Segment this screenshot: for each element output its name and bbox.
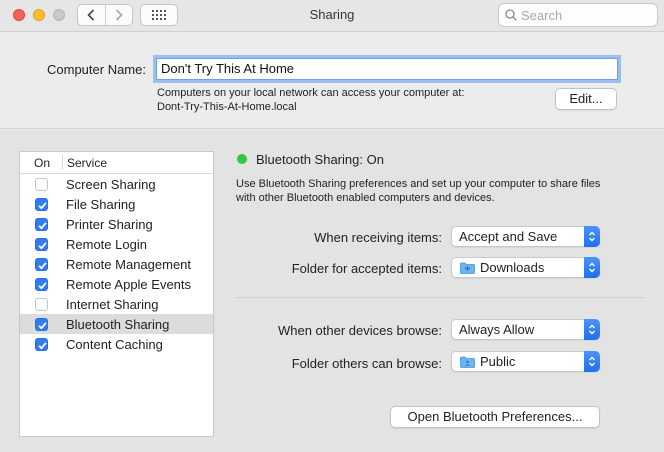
checkmark-icon — [38, 202, 47, 210]
title-bar — [0, 0, 664, 32]
service-name: Remote Apple Events — [66, 277, 192, 292]
browse-label: When other devices browse: — [277, 323, 442, 338]
service-name: File Sharing — [66, 197, 136, 212]
service-checkbox[interactable] — [35, 198, 48, 211]
service-row[interactable]: Screen Sharing — [20, 174, 213, 194]
grid-icon — [152, 10, 166, 20]
service-checkbox[interactable] — [35, 178, 48, 191]
service-name: Printer Sharing — [66, 217, 153, 232]
chevron-right-icon — [115, 9, 123, 21]
service-name: Content Caching — [66, 337, 163, 352]
computer-name-label: Computer Name: — [47, 62, 146, 77]
computer-name-note-line1: Computers on your local network can acce… — [157, 87, 465, 99]
minimize-window-button[interactable] — [33, 9, 45, 21]
service-row[interactable]: Printer Sharing — [20, 214, 213, 234]
service-name: Remote Login — [66, 237, 147, 252]
service-row[interactable]: Bluetooth Sharing — [20, 314, 213, 334]
checkmark-icon — [38, 262, 47, 270]
browse-popup[interactable]: Always Allow — [451, 319, 600, 340]
computer-name-field[interactable]: Don't Try This At Home — [156, 58, 618, 80]
service-row[interactable]: Internet Sharing — [20, 294, 213, 314]
service-name: Remote Management — [66, 257, 192, 272]
service-status: Bluetooth Sharing: On — [256, 152, 384, 167]
checkmark-icon — [38, 242, 47, 250]
checkmark-icon — [38, 222, 47, 230]
column-header-on[interactable]: On — [34, 156, 50, 170]
computer-name-section: Computer Name: Don't Try This At Home Co… — [0, 33, 664, 129]
service-checkbox[interactable] — [35, 338, 48, 351]
service-row[interactable]: Remote Apple Events — [20, 274, 213, 294]
popup-arrows-icon — [584, 351, 600, 372]
open-bluetooth-preferences-button[interactable]: Open Bluetooth Preferences... — [390, 406, 600, 428]
receiving-items-popup[interactable]: Accept and Save — [451, 226, 600, 247]
column-header-service[interactable]: Service — [67, 156, 107, 170]
service-checkbox[interactable] — [35, 278, 48, 291]
folder-icon — [460, 356, 475, 368]
forward-button[interactable] — [104, 5, 133, 25]
service-name: Screen Sharing — [66, 177, 156, 192]
service-checkbox[interactable] — [35, 318, 48, 331]
show-all-button[interactable] — [140, 4, 178, 26]
service-row[interactable]: Remote Login — [20, 234, 213, 254]
popup-arrows-icon — [584, 226, 600, 247]
folder-icon — [460, 262, 475, 274]
popup-arrows-icon — [584, 257, 600, 278]
services-table-header: On Service — [20, 152, 213, 174]
close-window-button[interactable] — [13, 9, 25, 21]
popup-arrows-icon — [584, 319, 600, 340]
section-divider — [236, 297, 645, 298]
service-row[interactable]: Content Caching — [20, 334, 213, 354]
service-checkbox[interactable] — [35, 238, 48, 251]
checkmark-icon — [38, 282, 47, 290]
receiving-items-value: Accept and Save — [459, 229, 558, 244]
service-checkbox[interactable] — [35, 258, 48, 271]
browse-folder-popup[interactable]: Public — [451, 351, 600, 372]
chevron-left-icon — [87, 9, 95, 21]
search-input[interactable] — [521, 6, 653, 24]
status-indicator-icon — [237, 154, 247, 164]
browse-value: Always Allow — [459, 322, 535, 337]
accepted-items-folder-label: Folder for accepted items: — [291, 261, 442, 276]
column-divider — [62, 155, 63, 170]
accepted-items-folder-popup[interactable]: Downloads — [451, 257, 600, 278]
browse-folder-value: Public — [480, 354, 516, 369]
service-row[interactable]: Remote Management — [20, 254, 213, 274]
services-list: Screen Sharing File Sharing Printer Sharin… — [20, 174, 213, 354]
service-description-line1: Use Bluetooth Sharing preferences and se… — [236, 178, 601, 190]
service-name: Bluetooth Sharing — [66, 317, 170, 332]
zoom-window-button[interactable] — [53, 9, 65, 21]
service-checkbox[interactable] — [35, 218, 48, 231]
local-hostname: Dont-Try-This-At-Home.local — [157, 101, 297, 113]
search-icon — [505, 9, 517, 21]
browse-folder-label: Folder others can browse: — [291, 356, 442, 371]
service-row[interactable]: File Sharing — [20, 194, 213, 214]
service-name: Internet Sharing — [66, 297, 159, 312]
service-description: Use Bluetooth Sharing preferences and se… — [236, 177, 656, 205]
computer-name-note: Computers on your local network can acce… — [157, 86, 465, 114]
services-section: On Service Screen Sharing File Sharing Pri… — [0, 130, 664, 452]
accepted-items-folder-value: Downloads — [480, 260, 545, 275]
receiving-items-label: When receiving items: — [314, 230, 442, 245]
edit-hostname-button[interactable]: Edit... — [555, 88, 617, 110]
service-description-line2: with other Bluetooth enabled computers a… — [236, 192, 495, 204]
services-table: On Service Screen Sharing File Sharing Pri… — [19, 151, 214, 437]
back-button[interactable] — [78, 5, 105, 25]
checkmark-icon — [38, 342, 47, 350]
navigation-buttons — [77, 4, 133, 26]
checkmark-icon — [38, 322, 47, 330]
service-checkbox[interactable] — [35, 298, 48, 311]
search-field[interactable] — [498, 3, 658, 27]
